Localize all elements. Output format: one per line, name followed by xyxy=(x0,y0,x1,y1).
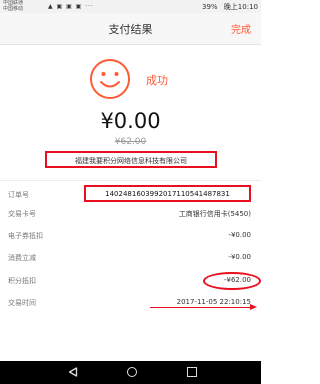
status-bar: 中国联通 中国移动 ▲ ▣ ▣ ▣ ··· 39% 晚上10:10 xyxy=(0,0,261,13)
detail-value: 2017-11-05 22:10:15 xyxy=(176,298,251,306)
detail-value: 工商银行信用卡(5450) xyxy=(178,210,251,218)
detail-row-coupon: 电子券抵扣 -¥0.00 xyxy=(0,227,261,245)
paid-amount: ¥0.00 xyxy=(100,109,161,133)
system-nav-bar xyxy=(0,361,261,384)
detail-row-time: 交易时间 2017-11-05 22:10:15 xyxy=(0,294,261,312)
smiley-face-icon xyxy=(90,59,130,99)
status-right: 39% 晚上10:10 xyxy=(202,2,258,12)
annotation-arrow-line xyxy=(150,307,253,308)
recent-square-icon[interactable] xyxy=(187,367,197,377)
top-nav-bar: 支付结果 完成 xyxy=(0,13,261,45)
detail-label: 交易时间 xyxy=(8,299,36,307)
payment-status-text: 成功 xyxy=(146,74,168,87)
page-title: 支付结果 xyxy=(108,23,153,36)
notification-icons: ▲ ▣ ▣ ▣ ··· xyxy=(48,3,94,10)
order-number-value: 1402481603992017110541487831 xyxy=(105,190,230,198)
points-highlight-circle xyxy=(203,272,261,290)
home-circle-icon[interactable] xyxy=(127,367,137,377)
carrier-names: 中国联通 中国移动 xyxy=(3,0,23,12)
detail-label: 消费立减 xyxy=(8,254,36,262)
detail-label: 交易卡号 xyxy=(8,210,36,218)
battery-percent: 39% xyxy=(202,3,218,11)
detail-row-discount: 消费立减 -¥0.00 xyxy=(0,249,261,267)
original-amount: ¥62.00 xyxy=(114,137,147,147)
detail-label: 积分抵扣 xyxy=(8,277,36,285)
detail-label: 电子券抵扣 xyxy=(8,232,43,240)
detail-value: -¥0.00 xyxy=(228,231,251,239)
merchant-name: 福建我要积分网络信息科技有限公司 xyxy=(75,157,187,165)
annotation-arrow-head xyxy=(250,304,257,310)
back-triangle-icon[interactable] xyxy=(68,367,78,377)
detail-label: 订单号 xyxy=(8,191,29,199)
done-button[interactable]: 完成 xyxy=(231,21,251,36)
detail-row-card: 交易卡号 工商银行信用卡(5450) xyxy=(0,205,261,223)
carrier-2: 中国移动 xyxy=(3,6,24,12)
merchant-highlight-box: 福建我要积分网络信息科技有限公司 xyxy=(45,151,217,168)
order-number-highlight-box: 1402481603992017110541487831 xyxy=(84,185,251,202)
clock: 晚上10:10 xyxy=(223,3,258,11)
divider xyxy=(0,180,261,181)
detail-value: -¥0.00 xyxy=(228,253,251,261)
